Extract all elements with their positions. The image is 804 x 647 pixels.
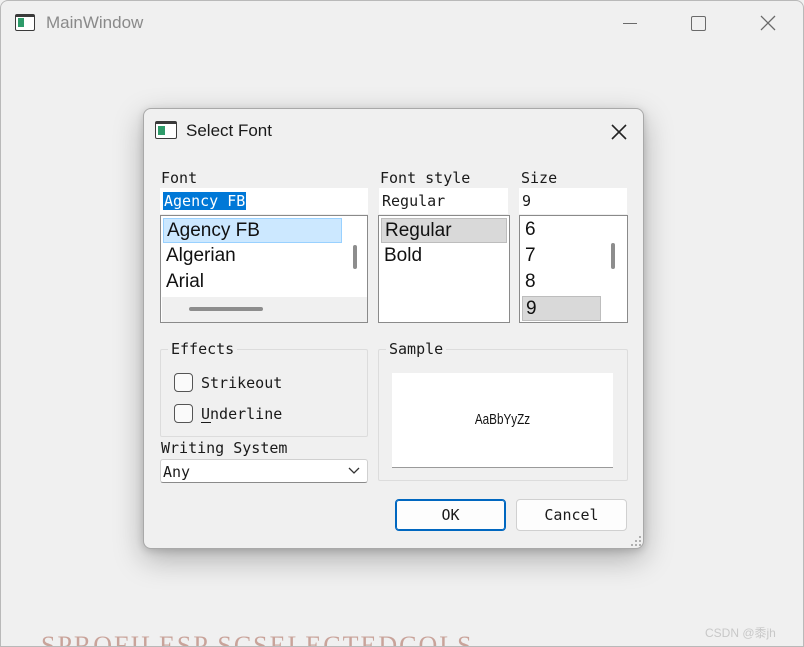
font-style-list[interactable]: Regular Bold [378,215,510,323]
font-input[interactable]: Agency FB [160,188,368,214]
dialog-title: Select Font [186,121,272,140]
list-item[interactable]: 8 [522,270,601,295]
watermark: CSDN @黍jh [705,626,776,640]
size-input-value: 9 [522,192,532,210]
font-style-input-value: Regular [382,192,446,210]
writing-system-combo[interactable]: Any [160,459,368,483]
sample-preview: AaBbYyZz [392,373,613,468]
size-label: Size [521,169,558,187]
list-item[interactable]: Arial [163,270,342,295]
size-list[interactable]: 6 7 8 9 [519,215,628,323]
font-label: Font [161,169,198,187]
size-list-vscroll-thumb[interactable] [611,243,615,269]
font-style-input[interactable]: Regular [379,188,508,214]
sample-text: AaBbYyZz [474,411,531,428]
ok-button[interactable]: OK [395,499,506,531]
font-list[interactable]: Agency FB Algerian Arial [160,215,368,323]
strikeout-checkbox[interactable] [174,373,193,392]
list-item[interactable]: Agency FB [163,218,342,243]
underline-mnemonic [201,422,211,423]
list-item[interactable]: 6 [522,218,601,243]
size-input[interactable]: 9 [519,188,627,214]
chevron-down-icon [348,467,360,474]
writing-system-label: Writing System [161,439,288,457]
list-item[interactable]: Algerian [163,244,342,269]
sample-title: Sample [386,340,447,358]
main-titlebar[interactable]: MainWindow [1,1,803,45]
dialog-titlebar[interactable]: Select Font [144,109,643,153]
cancel-button[interactable]: Cancel [516,499,627,531]
effects-title: Effects [168,340,238,358]
underline-checkbox[interactable] [174,404,193,423]
size-grip-icon[interactable] [630,535,642,547]
app-icon [15,14,35,31]
font-style-label: Font style [380,169,471,187]
window-title: MainWindow [46,13,144,32]
strikeout-label[interactable]: Strikeout [201,374,282,392]
list-item[interactable]: 7 [522,244,601,269]
background-text: SPROFILESP SCSELECTEDCOLS [41,631,474,647]
minimize-icon[interactable] [607,7,653,41]
maximize-icon[interactable] [675,7,721,41]
list-item[interactable]: Bold [381,244,507,269]
select-font-dialog: Select Font Font Agency FB Agency FB Alg… [143,108,644,549]
close-icon[interactable] [745,7,791,41]
font-input-value: Agency FB [163,192,247,210]
font-list-vscroll-thumb[interactable] [353,245,357,269]
effects-group [160,349,368,437]
list-item[interactable]: 9 [522,296,601,321]
writing-system-value: Any [163,463,191,481]
dialog-app-icon [155,121,177,139]
font-list-hscroll-thumb[interactable] [189,307,263,311]
close-icon[interactable] [604,119,634,143]
list-item[interactable]: Regular [381,218,507,243]
underline-label[interactable]: Underline [201,405,282,423]
